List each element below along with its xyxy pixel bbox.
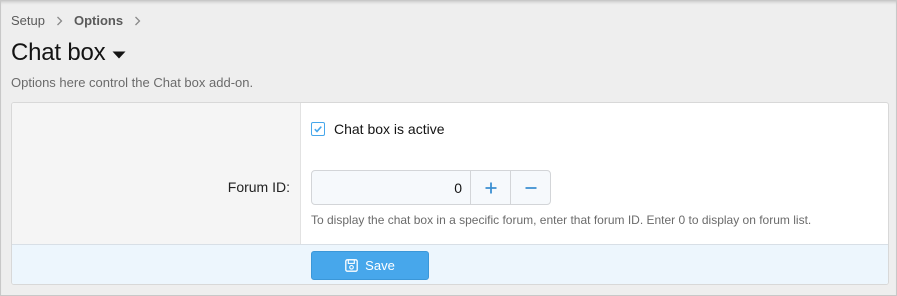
checkmark-icon xyxy=(314,126,322,133)
forum-id-hint: To display the chat box in a specific fo… xyxy=(311,213,812,227)
label-column: Forum ID: xyxy=(12,103,301,244)
plus-icon xyxy=(485,182,496,193)
page-description: Options here control the Chat box add-on… xyxy=(11,75,254,90)
chat-active-option[interactable]: Chat box is active xyxy=(311,121,445,137)
increment-button[interactable] xyxy=(470,171,510,204)
save-button[interactable]: Save xyxy=(311,251,429,280)
save-button-label: Save xyxy=(365,258,395,273)
caret-down-icon[interactable] xyxy=(112,50,126,60)
breadcrumb-item-options[interactable]: Options xyxy=(74,13,123,28)
options-panel: Forum ID: Chat box is active 0 To displa… xyxy=(11,102,889,285)
decrement-button[interactable] xyxy=(510,171,550,204)
chevron-right-icon xyxy=(55,15,64,27)
breadcrumb-item-setup[interactable]: Setup xyxy=(11,13,45,28)
forum-id-label: Forum ID: xyxy=(227,179,290,195)
forum-id-input[interactable] xyxy=(312,171,470,204)
chat-active-label: Chat box is active xyxy=(334,121,445,137)
page-title: Chat box xyxy=(11,39,106,66)
form-footer: Save xyxy=(12,244,888,284)
breadcrumb: Setup Options xyxy=(11,13,152,28)
forum-id-stepper xyxy=(311,170,551,205)
chat-active-checkbox[interactable] xyxy=(311,122,325,136)
page-title-row: Chat box xyxy=(11,39,126,67)
chevron-right-icon xyxy=(133,15,142,27)
minus-icon xyxy=(525,186,536,189)
save-icon xyxy=(345,259,359,272)
app-window: Setup Options Chat box Options here cont… xyxy=(0,0,897,296)
